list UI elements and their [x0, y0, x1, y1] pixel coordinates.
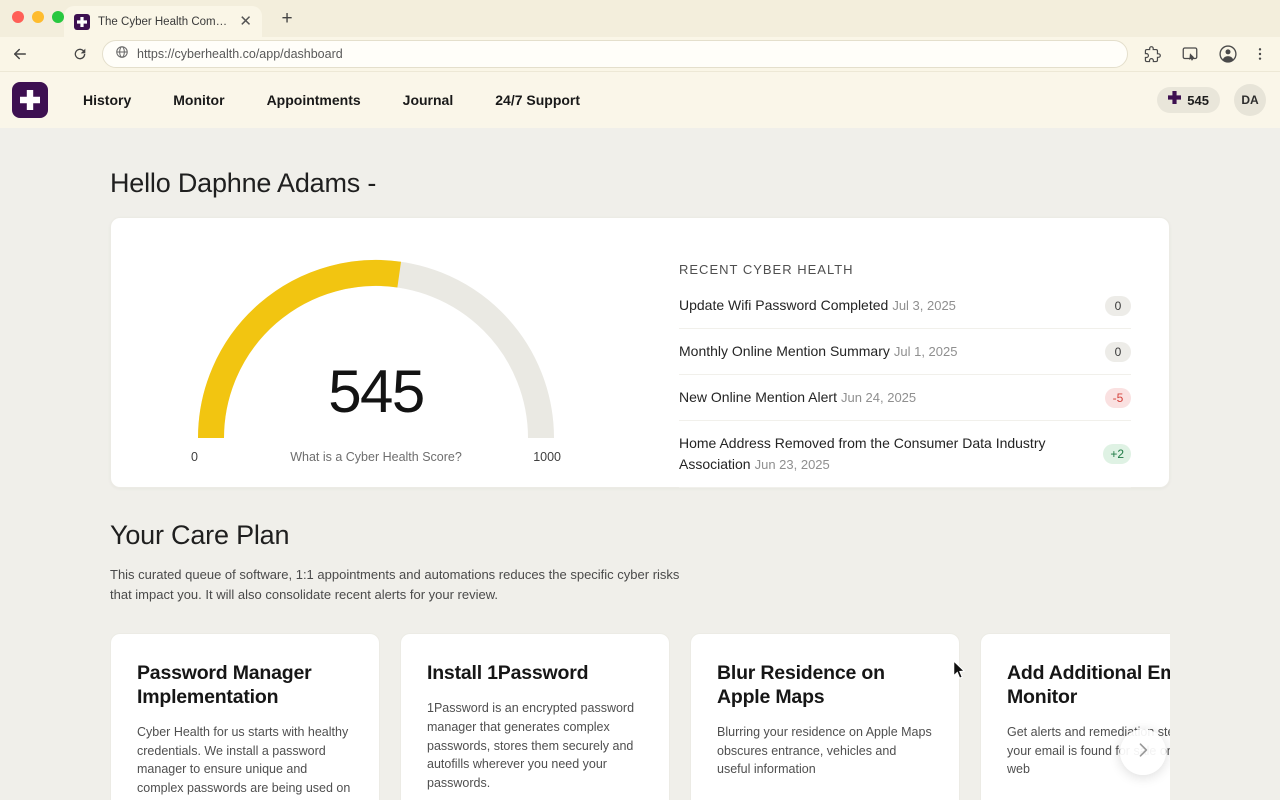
- gauge-max-label: 1000: [533, 450, 561, 464]
- care-card-title: Password Manager Implementation: [137, 662, 312, 709]
- nav-appointments[interactable]: Appointments: [267, 92, 361, 108]
- gauge-caption-link[interactable]: What is a Cyber Health Score?: [290, 450, 462, 464]
- tab-close-icon[interactable]: ✕: [239, 14, 252, 29]
- nav-monitor[interactable]: Monitor: [173, 92, 224, 108]
- site-header: History Monitor Appointments Journal 24/…: [0, 72, 1280, 128]
- recent-item-date: Jun 23, 2025: [754, 457, 830, 472]
- score-plus-icon: [1168, 91, 1182, 109]
- recent-item-date: Jun 24, 2025: [840, 390, 917, 405]
- header-right: 545 DA: [1157, 84, 1266, 116]
- care-card-body: Blurring your residence on Apple Maps ob…: [717, 724, 932, 777]
- tab-capture-icon[interactable]: [1178, 42, 1202, 66]
- window-controls: [12, 11, 64, 23]
- recent-item-title: New Online Mention Alert: [679, 389, 837, 405]
- care-plan-title: Your Care Plan: [110, 520, 290, 550]
- recent-section-title: RECENT CYBER HEALTH: [679, 262, 854, 277]
- reload-icon[interactable]: [68, 42, 92, 66]
- new-tab-button[interactable]: +: [274, 6, 300, 32]
- profile-icon[interactable]: [1216, 42, 1240, 66]
- nav-support[interactable]: 24/7 Support: [495, 92, 580, 108]
- minimize-window-button[interactable]: [32, 11, 44, 23]
- browser-toolbar: https://cyberhealth.co/app/dashboard: [0, 37, 1280, 72]
- user-avatar[interactable]: DA: [1234, 84, 1266, 116]
- nav-history[interactable]: History: [83, 92, 131, 108]
- list-item[interactable]: Home Address Removed from the Consumer D…: [679, 421, 1131, 488]
- care-card-body: 1Password is an encrypted password manag…: [427, 701, 635, 791]
- extensions-puzzle-icon[interactable]: [1140, 42, 1164, 66]
- care-card-title: Blur Residence on Apple Maps: [717, 662, 885, 709]
- care-plan-description: This curated queue of software, 1:1 appo…: [110, 567, 680, 603]
- site-info-icon[interactable]: [115, 45, 129, 64]
- chevron-right-icon: [1133, 740, 1153, 765]
- gauge-section: 545 0 What is a Cyber Health Score? 1000: [111, 218, 679, 487]
- recent-cyber-health: RECENT CYBER HEALTH Update Wifi Password…: [679, 218, 1169, 488]
- back-icon[interactable]: [8, 42, 32, 66]
- browser-window: The Cyber Health Company ✕ + https://cyb…: [0, 0, 1280, 800]
- page-greeting: Hello Daphne Adams -: [110, 168, 377, 198]
- recent-item-title: Monthly Online Mention Summary: [679, 343, 890, 359]
- gauge-min-label: 0: [191, 450, 198, 464]
- care-card-title: Install 1Password: [427, 662, 589, 685]
- close-window-button[interactable]: [12, 11, 24, 23]
- tab-title: The Cyber Health Company: [98, 15, 232, 28]
- nav-journal[interactable]: Journal: [403, 92, 454, 108]
- zoom-window-button[interactable]: [52, 11, 64, 23]
- main-nav: History Monitor Appointments Journal 24/…: [83, 92, 580, 108]
- care-card-title: Add Additional Email Monitor: [1007, 662, 1170, 709]
- list-item[interactable]: Monthly Online Mention Summary Jul 1, 202…: [679, 329, 1131, 375]
- score-value: 545: [1187, 92, 1209, 108]
- url-text: https://cyberhealth.co/app/dashboard: [137, 47, 343, 61]
- site-favicon-icon: [74, 13, 90, 30]
- dashboard-page: Hello Daphne Adams - 545 0 What is a Cyb…: [0, 128, 1280, 800]
- tab-strip: The Cyber Health Company ✕ +: [0, 0, 1280, 37]
- score-pill[interactable]: 545: [1157, 87, 1220, 113]
- recent-item-date: Jul 3, 2025: [892, 298, 956, 313]
- cyber-health-logo[interactable]: [12, 82, 48, 118]
- care-card[interactable]: Install 1Password 1Password is an encryp…: [400, 633, 670, 800]
- status-badge: +2: [1103, 444, 1131, 464]
- list-item[interactable]: New Online Mention Alert Jun 24, 2025 -5: [679, 375, 1131, 421]
- care-card-body: Cyber Health for us starts with healthy …: [137, 724, 351, 800]
- carousel-next-button[interactable]: [1120, 729, 1166, 776]
- list-item[interactable]: Update Wifi Password Completed Jul 3, 202…: [679, 283, 1131, 329]
- care-card[interactable]: Blur Residence on Apple Maps Blurring yo…: [690, 633, 960, 800]
- browser-tab[interactable]: The Cyber Health Company ✕: [64, 6, 262, 37]
- care-card[interactable]: Password Manager Implementation Cyber He…: [110, 633, 380, 800]
- address-bar[interactable]: https://cyberhealth.co/app/dashboard: [102, 40, 1128, 68]
- gauge-score-value: 545: [328, 358, 425, 425]
- status-badge: 0: [1105, 295, 1131, 316]
- score-card: 545 0 What is a Cyber Health Score? 1000…: [110, 217, 1170, 488]
- care-plan-carousel: Password Manager Implementation Cyber He…: [110, 633, 1170, 800]
- status-badge: -5: [1105, 387, 1131, 408]
- recent-item-title: Home Address Removed from the Consumer D…: [679, 435, 1046, 472]
- recent-item-title: Update Wifi Password Completed: [679, 297, 889, 313]
- recent-item-date: Jul 1, 2025: [893, 344, 958, 359]
- kebab-menu-icon[interactable]: [1248, 42, 1272, 66]
- status-badge: 0: [1105, 341, 1131, 362]
